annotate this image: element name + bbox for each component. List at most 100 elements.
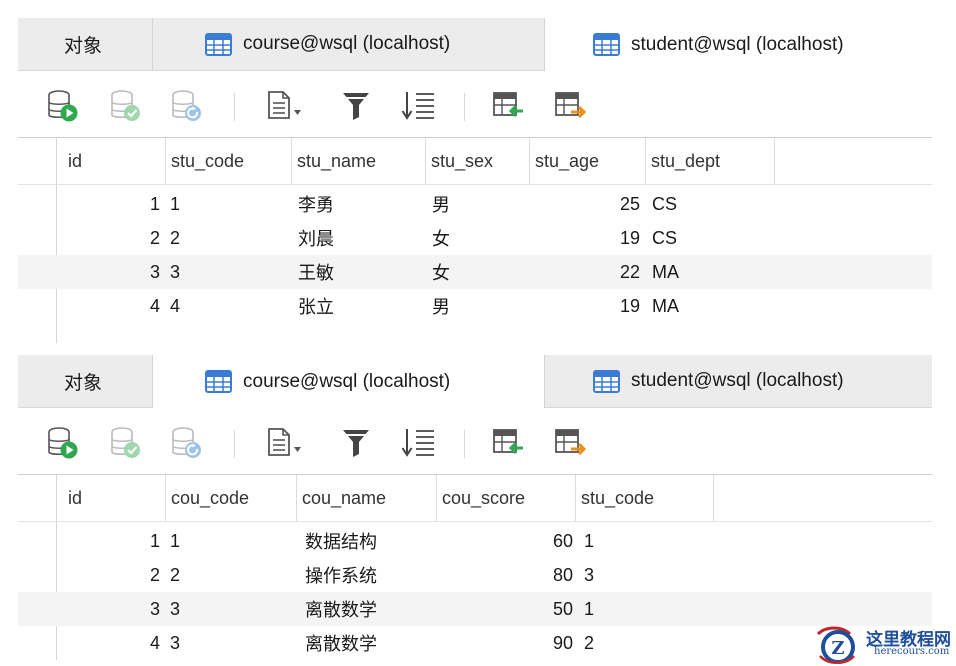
column-header[interactable]: stu_age — [529, 138, 647, 184]
cell-stu-name[interactable]: 张立 — [298, 289, 334, 323]
cell-stu-code[interactable]: 3 — [584, 558, 594, 592]
cell-cou-name[interactable]: 操作系统 — [305, 558, 377, 592]
cell-stu-code[interactable]: 4 — [170, 289, 180, 323]
cell-stu-dept[interactable]: CS — [652, 221, 677, 255]
rollback-button[interactable] — [170, 426, 204, 460]
table-row[interactable]: 1 1 数据结构 60 1 — [18, 524, 932, 558]
import-button[interactable] — [491, 426, 527, 460]
cell-stu-dept[interactable]: MA — [652, 255, 679, 289]
cell-id[interactable]: 4 — [56, 626, 160, 660]
column-header[interactable]: cou_code — [165, 475, 297, 521]
cell-cou-code[interactable]: 3 — [170, 592, 180, 626]
export-button[interactable] — [553, 89, 589, 123]
tab-student-label: student@wsql (localhost) — [631, 370, 844, 391]
cell-stu-age[interactable]: 19 — [529, 289, 640, 323]
cell-id[interactable]: 2 — [56, 558, 160, 592]
table-row[interactable]: 4 4 张立 男 19 MA — [18, 289, 932, 323]
import-button[interactable] — [491, 89, 527, 123]
sort-icon — [401, 92, 434, 120]
rollback-button[interactable] — [170, 89, 204, 123]
column-header[interactable]: id — [56, 138, 167, 184]
export-icon — [555, 429, 587, 456]
cell-stu-name[interactable]: 刘晨 — [298, 221, 334, 255]
export-button[interactable] — [553, 426, 589, 460]
column-header[interactable]: cou_name — [296, 475, 438, 521]
cell-stu-sex[interactable]: 女 — [432, 221, 450, 255]
commit-button[interactable] — [109, 89, 143, 123]
cell-stu-name[interactable]: 李勇 — [298, 187, 334, 221]
column-header[interactable]: stu_code — [165, 138, 292, 184]
commit-button[interactable] — [109, 426, 143, 460]
begin-transaction-button[interactable] — [46, 89, 80, 123]
filter-button[interactable] — [341, 89, 371, 123]
cell-stu-age[interactable]: 25 — [529, 187, 640, 221]
cell-cou-score[interactable]: 90 — [436, 626, 573, 660]
cell-stu-age[interactable]: 19 — [529, 221, 640, 255]
tab-bar: 对象 course@wsql (localhost) student@wsql … — [18, 18, 932, 71]
cell-id[interactable]: 3 — [56, 592, 160, 626]
cell-cou-score[interactable]: 60 — [436, 524, 573, 558]
tab-objects-label: 对象 — [64, 372, 103, 394]
column-header[interactable]: cou_score — [436, 475, 577, 521]
toolbar-divider — [234, 93, 235, 121]
tab-objects[interactable]: 对象 — [18, 18, 153, 70]
student-table-window: 对象 course@wsql (localhost) student@wsql … — [18, 18, 932, 343]
sort-button[interactable] — [401, 89, 437, 123]
table-icon — [593, 33, 620, 56]
column-header[interactable]: stu_code — [575, 475, 714, 521]
column-header[interactable]: stu_dept — [645, 138, 775, 184]
cell-stu-age[interactable]: 22 — [529, 255, 640, 289]
cell-cou-name[interactable]: 数据结构 — [305, 524, 377, 558]
column-header[interactable]: stu_name — [291, 138, 427, 184]
cell-cou-score[interactable]: 50 — [436, 592, 573, 626]
cell-cou-code[interactable]: 3 — [170, 626, 180, 660]
cell-stu-code[interactable]: 1 — [170, 187, 180, 221]
cell-id[interactable]: 3 — [56, 255, 160, 289]
tab-student[interactable]: student@wsql (localhost) — [545, 355, 932, 407]
table-row[interactable]: 3 3 王敏 女 22 MA — [18, 255, 932, 289]
cell-stu-code[interactable]: 1 — [584, 592, 594, 626]
cell-stu-sex[interactable]: 男 — [432, 289, 450, 323]
cell-cou-name[interactable]: 离散数学 — [305, 626, 377, 660]
db-refresh-icon — [172, 427, 201, 458]
cell-cou-score[interactable]: 80 — [436, 558, 573, 592]
cell-id[interactable]: 1 — [56, 187, 160, 221]
begin-transaction-button[interactable] — [46, 426, 80, 460]
table-row[interactable]: 4 3 离散数学 90 2 — [18, 626, 932, 660]
column-header[interactable]: id — [56, 475, 167, 521]
cell-cou-name[interactable]: 离散数学 — [305, 592, 377, 626]
cell-stu-code[interactable]: 3 — [170, 255, 180, 289]
cell-cou-code[interactable]: 2 — [170, 558, 180, 592]
tab-student[interactable]: student@wsql (localhost) — [545, 18, 932, 71]
text-view-button[interactable] — [266, 89, 304, 123]
grid-header: id stu_code stu_name stu_sex stu_age stu… — [18, 138, 932, 185]
watermark: Z 这里教程网 herecours.com — [812, 624, 956, 666]
cell-id[interactable]: 1 — [56, 524, 160, 558]
filter-button[interactable] — [341, 426, 371, 460]
tab-objects[interactable]: 对象 — [18, 355, 153, 407]
cell-id[interactable]: 2 — [56, 221, 160, 255]
toolbar — [18, 71, 932, 138]
cell-cou-code[interactable]: 1 — [170, 524, 180, 558]
cell-stu-name[interactable]: 王敏 — [298, 255, 334, 289]
table-row[interactable]: 1 1 李勇 男 25 CS — [18, 187, 932, 221]
tab-student-label: student@wsql (localhost) — [631, 33, 844, 55]
cell-stu-dept[interactable]: CS — [652, 187, 677, 221]
cell-stu-sex[interactable]: 女 — [432, 255, 450, 289]
tab-course[interactable]: course@wsql (localhost) — [153, 18, 545, 70]
table-row[interactable]: 3 3 离散数学 50 1 — [18, 592, 932, 626]
table-row[interactable]: 2 2 操作系统 80 3 — [18, 558, 932, 592]
sort-icon — [401, 429, 434, 457]
tab-course[interactable]: course@wsql (localhost) — [153, 355, 545, 408]
table-icon — [205, 370, 232, 393]
sort-button[interactable] — [401, 426, 437, 460]
cell-stu-code[interactable]: 2 — [584, 626, 594, 660]
column-header[interactable]: stu_sex — [425, 138, 529, 184]
table-row[interactable]: 2 2 刘晨 女 19 CS — [18, 221, 932, 255]
cell-stu-sex[interactable]: 男 — [432, 187, 450, 221]
cell-stu-dept[interactable]: MA — [652, 289, 679, 323]
cell-stu-code[interactable]: 2 — [170, 221, 180, 255]
cell-id[interactable]: 4 — [56, 289, 160, 323]
cell-stu-code[interactable]: 1 — [584, 524, 594, 558]
text-view-button[interactable] — [266, 426, 304, 460]
